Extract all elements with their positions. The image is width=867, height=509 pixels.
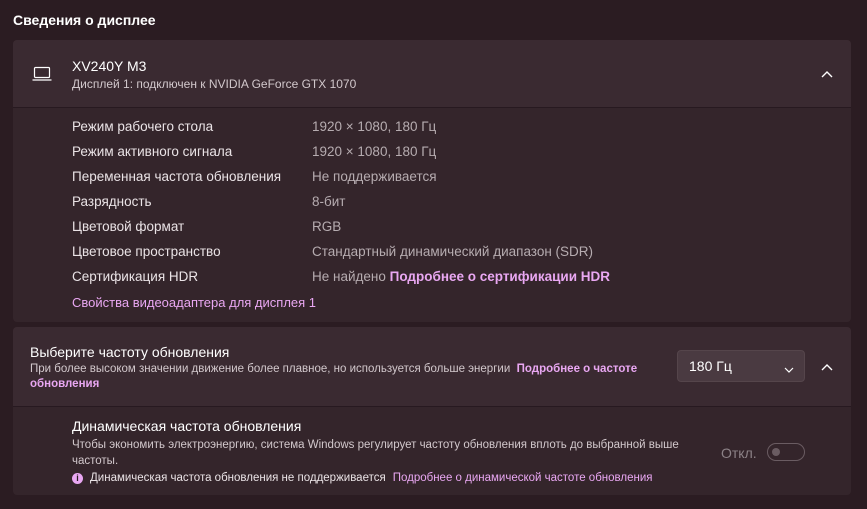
info-value: Не поддерживается: [312, 169, 437, 184]
chevron-down-icon: [784, 361, 794, 379]
hdr-status: Не найдено: [312, 269, 386, 284]
info-value: 8-бит: [312, 194, 346, 209]
chevron-up-icon[interactable]: [815, 62, 839, 86]
section-title: Сведения о дисплее: [13, 12, 156, 28]
display-header[interactable]: XV240Y M3 Дисплей 1: подключен к NVIDIA …: [13, 40, 851, 108]
display-name: XV240Y M3: [72, 58, 147, 74]
refresh-rate-desc-text: При более высоком значении движение боле…: [30, 363, 511, 375]
info-value: Не найдено Подробнее о сертификации HDR: [312, 269, 610, 284]
adapter-properties-link[interactable]: Свойства видеоадаптера для дисплея 1: [72, 295, 316, 310]
refresh-rate-select[interactable]: 180 Гц: [677, 350, 805, 382]
display-settings-page: Сведения о дисплее XV240Y M3 Дисплей 1: …: [0, 0, 867, 509]
info-label: Режим рабочего стола: [72, 119, 214, 134]
hdr-learn-more-link[interactable]: Подробнее о сертификации HDR: [390, 269, 610, 284]
dynamic-refresh-toggle[interactable]: [767, 443, 805, 461]
info-icon: i: [72, 472, 83, 484]
info-label: Сертификация HDR: [72, 269, 199, 284]
info-label: Цветовое пространство: [72, 244, 221, 259]
toggle-knob: [772, 448, 780, 456]
dynamic-refresh-note: i Динамическая частота обновления не под…: [72, 472, 652, 484]
dynamic-refresh-description: Чтобы экономить электроэнергию, система …: [72, 439, 679, 467]
info-value: RGB: [312, 219, 342, 234]
refresh-rate-title: Выберите частоту обновления: [30, 344, 230, 360]
laptop-icon: [32, 66, 52, 87]
info-value: 1920 × 1080, 180 Гц: [312, 119, 437, 134]
info-label: Разрядность: [72, 194, 152, 209]
dynamic-refresh-title: Динамическая частота обновления: [72, 418, 302, 434]
display-info-card: XV240Y M3 Дисплей 1: подключен к NVIDIA …: [13, 40, 851, 322]
dynamic-refresh-learn-more-link[interactable]: Подробнее о динамической частоте обновле…: [393, 472, 653, 484]
refresh-rate-header: Выберите частоту обновления При более вы…: [13, 327, 851, 407]
info-value: 1920 × 1080, 180 Гц: [312, 144, 437, 159]
info-label: Цветовой формат: [72, 219, 185, 234]
chevron-up-icon[interactable]: [815, 355, 839, 379]
toggle-state-label: Откл.: [721, 445, 757, 461]
dynamic-refresh-note-text: Динамическая частота обновления не подде…: [90, 472, 386, 484]
refresh-rate-selected: 180 Гц: [689, 358, 732, 374]
info-label: Режим активного сигнала: [72, 144, 233, 159]
refresh-rate-card: Выберите частоту обновления При более вы…: [13, 327, 851, 495]
info-value: Стандартный динамический диапазон (SDR): [312, 244, 594, 259]
display-subtitle: Дисплей 1: подключен к NVIDIA GeForce GT…: [72, 77, 357, 91]
info-label: Переменная частота обновления: [72, 169, 282, 184]
refresh-rate-description: При более высоком значении движение боле…: [30, 362, 670, 392]
